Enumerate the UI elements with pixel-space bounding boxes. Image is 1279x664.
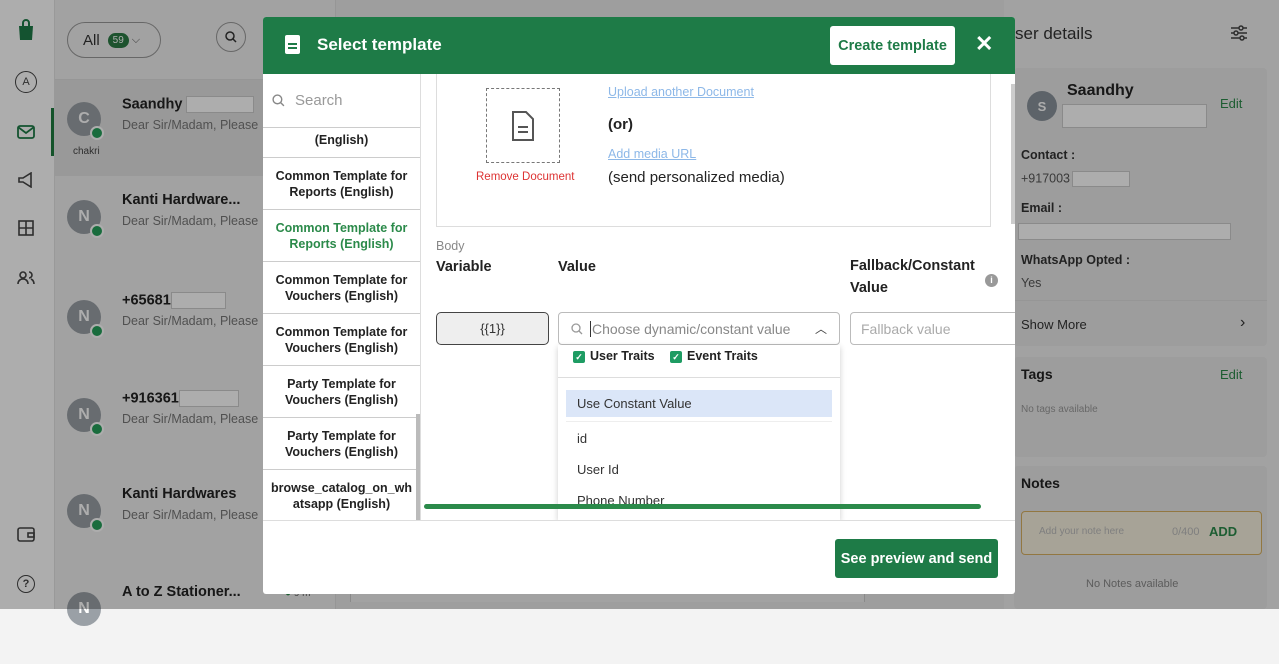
template-item[interactable]: Common Template for Reports (English) [263,158,420,210]
value-select-placeholder: Choose dynamic/constant value [590,320,791,337]
divider [566,421,832,422]
close-icon[interactable]: ✕ [975,31,993,57]
document-dropzone[interactable] [486,88,560,163]
add-media-url-link[interactable]: Add media URL [608,147,696,161]
progress-bar [424,504,981,509]
user-traits-checkbox[interactable]: ✓ User Traits [573,349,655,363]
personalized-media-text: (send personalized media) [608,169,785,186]
file-icon [512,110,534,141]
divider [558,377,840,378]
dropdown-option-constant[interactable]: Use Constant Value [566,390,832,417]
dropdown-option[interactable]: id [566,425,832,452]
template-content: Remove Document Upload another Document … [421,74,1015,520]
content-scrollbar[interactable] [1011,84,1015,224]
create-template-button[interactable]: Create template [830,26,955,65]
body-label: Body [436,239,465,253]
media-upload-box: Remove Document Upload another Document … [436,74,991,227]
template-item[interactable]: Common Template for Vouchers (English) [263,314,420,366]
value-header: Value [558,259,596,275]
value-dropdown: ✓ User Traits ✓ Event Traits Use Constant … [558,345,840,520]
variable-header: Variable [436,259,492,275]
variable-chip: {{1}} [436,312,549,345]
template-item-selected[interactable]: Common Template for Reports (English) [263,210,420,262]
or-text: (or) [608,116,633,133]
see-preview-send-button[interactable]: See preview and send [835,539,998,578]
value-select[interactable]: Choose dynamic/constant value ︿ [558,312,840,345]
template-item[interactable]: browse_catalog_on_whatsapp (English) [263,470,420,520]
info-icon[interactable]: i [985,274,998,287]
fallback-input[interactable]: Fallback value [850,312,1015,345]
chevron-up-icon[interactable]: ︿ [815,320,827,337]
template-item[interactable]: Party Template for Vouchers (English) [263,366,420,418]
modal-header: Select template Create template ✕ [263,17,1015,74]
template-search-input[interactable]: Search [263,74,420,128]
upload-document-link[interactable]: Upload another Document [608,85,754,99]
search-icon [571,322,583,334]
fallback-header: Fallback/Constant Value [850,258,975,296]
template-item[interactable]: (English) [263,128,420,158]
template-item[interactable]: Common Template for Vouchers (English) [263,262,420,314]
template-item[interactable]: Party Template for Vouchers (English) [263,418,420,470]
template-list-scrollbar[interactable] [416,414,420,520]
document-icon [285,35,300,54]
dropdown-option[interactable]: Phone Number [566,487,832,514]
dropdown-option[interactable]: User Id [566,456,832,483]
event-traits-checkbox[interactable]: ✓ Event Traits [670,349,758,363]
modal-footer: See preview and send [263,520,1015,594]
select-template-modal: Select template Create template ✕ Search… [263,17,1015,594]
template-list: Search (English) Common Template for Rep… [263,74,421,520]
remove-document-link[interactable]: Remove Document [476,171,574,183]
modal-title: Select template [317,35,442,54]
